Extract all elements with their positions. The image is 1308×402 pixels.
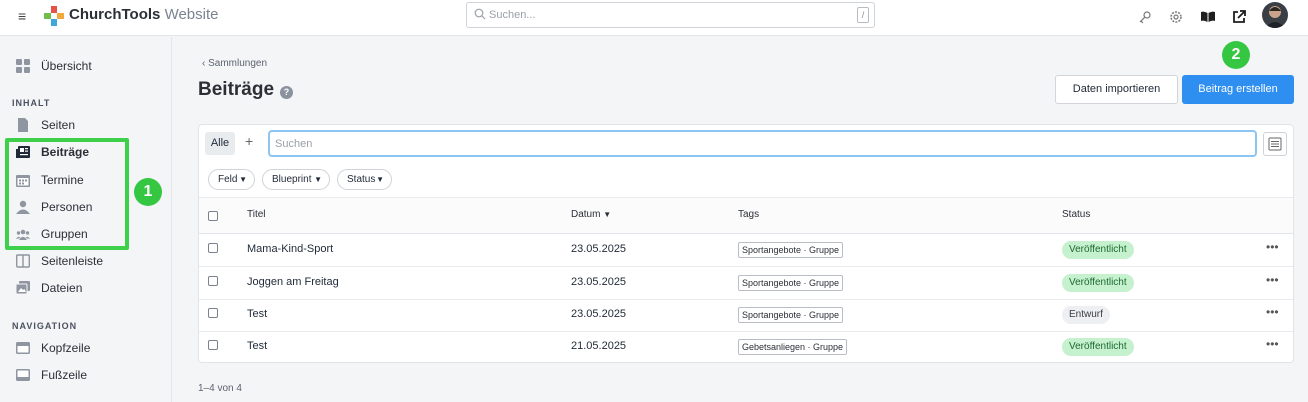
filter-blueprint[interactable]: Blueprint ▼ (262, 169, 330, 190)
global-search[interactable]: / (466, 2, 875, 28)
annotation-marker-1: 1 (134, 178, 162, 206)
filter-field[interactable]: Feld ▼ (208, 169, 255, 190)
more-actions-icon[interactable]: ••• (1266, 305, 1279, 319)
table-row[interactable]: Test 23.05.2025 Sportangebote · Gruppe E… (199, 299, 1293, 332)
row-checkbox[interactable] (208, 308, 218, 318)
post-title[interactable]: Mama-Kind-Sport (247, 243, 333, 255)
churchtools-logo (44, 6, 64, 26)
chevron-down-icon: ▼ (376, 175, 384, 184)
sidebar-item-header[interactable]: Kopfzeile (16, 338, 90, 358)
row-checkbox[interactable] (208, 243, 218, 253)
help-icon[interactable]: ? (280, 85, 294, 99)
key-icon[interactable] (1137, 9, 1153, 25)
table-header: Titel Datum ▼ Tags Status (199, 197, 1293, 234)
posts-table-panel: Alle + Feld▼ Blueprint▼ Status▼ Titel Da… (198, 124, 1294, 363)
page-title: Beiträge ? (198, 79, 294, 101)
sidebar-item-overview[interactable]: Übersicht (16, 56, 92, 76)
post-title[interactable]: Joggen am Freitag (247, 276, 339, 288)
list-settings-icon (1268, 137, 1282, 151)
pagination-info: 1–4 von 4 (198, 383, 242, 394)
shortcut-hint: / (857, 7, 869, 23)
footer-layout-icon (16, 369, 30, 381)
header-layout-icon (16, 342, 30, 354)
table-row[interactable]: Test 21.05.2025 Gebetsanliegen · Gruppe … (199, 331, 1293, 362)
breadcrumb[interactable]: ‹ Sammlungen (202, 58, 267, 69)
columns-icon (16, 254, 30, 268)
sidebar-item-files[interactable]: Dateien (16, 278, 82, 298)
avatar[interactable] (1262, 2, 1288, 28)
column-header-date[interactable]: Datum ▼ (571, 209, 611, 220)
book-icon[interactable] (1200, 9, 1216, 25)
highlight-box (5, 138, 129, 250)
page-icon (18, 118, 28, 132)
sort-desc-icon: ▼ (603, 210, 612, 219)
post-date: 23.05.2025 (571, 276, 627, 288)
sidebar-item-pages[interactable]: Seiten (16, 115, 75, 135)
gear-icon[interactable] (1168, 9, 1184, 25)
search-input[interactable] (489, 6, 809, 24)
more-actions-icon[interactable]: ••• (1266, 337, 1279, 351)
post-date: 21.05.2025 (571, 340, 627, 352)
annotation-marker-2: 2 (1222, 41, 1250, 69)
status-badge: Veröffentlicht (1062, 338, 1134, 356)
column-header-title[interactable]: Titel (247, 209, 266, 220)
column-header-status[interactable]: Status (1062, 209, 1090, 220)
status-badge: Entwurf (1062, 306, 1110, 324)
row-checkbox[interactable] (208, 340, 218, 350)
top-bar: ≡ ChurchTools Website / (0, 0, 1308, 36)
chevron-down-icon: ▼ (239, 175, 247, 184)
more-actions-icon[interactable]: ••• (1266, 273, 1279, 287)
select-all-checkbox[interactable] (208, 211, 218, 221)
section-header-content: INHALT (12, 98, 51, 108)
create-post-button[interactable]: Beitrag erstellen (1182, 75, 1294, 104)
status-badge: Veröffentlicht (1062, 241, 1134, 259)
more-actions-icon[interactable]: ••• (1266, 240, 1279, 254)
dashboard-icon (16, 59, 30, 73)
sidebar-item-sidebar[interactable]: Seitenleiste (16, 251, 103, 271)
menu-icon[interactable]: ≡ (18, 8, 26, 24)
images-icon (16, 281, 30, 295)
table-search[interactable] (268, 130, 1257, 157)
sidebar-item-footer[interactable]: Fußzeile (16, 365, 87, 385)
table-row[interactable]: Mama-Kind-Sport 23.05.2025 Sportangebote… (199, 234, 1293, 267)
tag-badge: Sportangebote · Gruppe (738, 275, 844, 291)
filter-status[interactable]: Status ▼ (337, 169, 392, 190)
column-settings-button[interactable] (1263, 132, 1287, 156)
post-title[interactable]: Test (247, 308, 267, 320)
tag-badge: Gebetsanliegen · Gruppe (738, 339, 848, 355)
search-icon (474, 8, 486, 20)
app-title[interactable]: ChurchTools Website (69, 6, 218, 23)
post-date: 23.05.2025 (571, 308, 627, 320)
add-tab-button[interactable]: + (245, 133, 253, 149)
row-checkbox[interactable] (208, 276, 218, 286)
table-body: Mama-Kind-Sport 23.05.2025 Sportangebote… (199, 234, 1293, 362)
tag-badge: Sportangebote · Gruppe (738, 307, 844, 323)
tag-badge: Sportangebote · Gruppe (738, 242, 844, 258)
import-data-button[interactable]: Daten importieren (1055, 75, 1178, 104)
column-header-tags: Tags (738, 209, 760, 220)
table-row[interactable]: Joggen am Freitag 23.05.2025 Sportangebo… (199, 267, 1293, 300)
section-header-navigation: NAVIGATION (12, 321, 78, 331)
status-badge: Veröffentlicht (1062, 274, 1134, 292)
post-date: 23.05.2025 (571, 243, 627, 255)
external-link-icon[interactable] (1231, 9, 1247, 25)
chevron-down-icon: ▼ (314, 175, 322, 184)
table-search-input[interactable] (275, 136, 1175, 152)
tab-all[interactable]: Alle (205, 132, 235, 155)
post-title[interactable]: Test (247, 340, 267, 352)
